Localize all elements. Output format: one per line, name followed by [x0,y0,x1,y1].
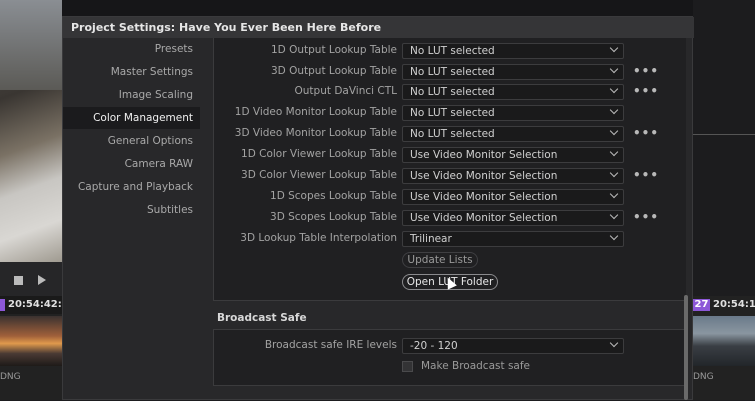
background-toolbar [62,0,693,16]
sidebar-item-master-settings[interactable]: Master Settings [63,61,200,83]
lut-row-label: 1D Color Viewer Lookup Table [241,148,397,160]
sidebar-item-color-management[interactable]: Color Management [63,107,200,129]
sidebar-item-image-scaling[interactable]: Image Scaling [63,84,200,106]
lut-dropdown[interactable]: No LUT selected [402,84,624,100]
chevron-down-icon [609,338,619,348]
lut-dropdown-value: No LUT selected [410,86,495,98]
sidebar-item-subtitles[interactable]: Subtitles [63,199,200,221]
lut-row-label: 3D Video Monitor Lookup Table [234,127,397,139]
lut-row-label: 3D Lookup Table Interpolation [240,232,397,244]
lut-row-label: 1D Scopes Lookup Table [270,190,397,202]
settings-sidebar: Presets Master Settings Image Scaling Co… [63,38,206,399]
viewer-image [0,0,62,262]
clip-thumbnail-right[interactable]: 27 20:54:11: DNG [693,296,755,400]
interpolation-dropdown[interactable]: Trilinear [402,231,624,247]
lookup-tables-panel: 1D Output Lookup Table No LUT selected 3… [213,38,686,301]
chevron-down-icon [609,64,619,74]
interpolation-dropdown-value: Trilinear [410,233,452,245]
chevron-down-icon [609,189,619,199]
lut-row-label: 3D Output Lookup Table [271,65,397,77]
more-options-icon[interactable]: ••• [633,211,658,224]
transport-controls [0,262,62,298]
more-options-icon[interactable]: ••• [633,65,658,78]
lut-dropdown-value: No LUT selected [410,66,495,78]
chevron-down-icon [609,105,619,115]
chevron-down-icon [609,168,619,178]
clip-thumbnail-image [693,316,755,366]
lut-dropdown-value: Use Video Monitor Selection [410,149,558,161]
lut-dropdown[interactable]: No LUT selected [402,105,624,121]
lut-row-label: 3D Scopes Lookup Table [270,211,397,223]
clip-name: DNG [0,372,21,382]
more-options-icon[interactable]: ••• [633,127,658,140]
broadcast-safe-panel: Broadcast safe IRE levels -20 - 120 Make… [213,329,686,386]
ire-levels-value: -20 - 120 [410,340,458,352]
project-settings-dialog: Project Settings: Have You Ever Been Her… [62,16,694,401]
lut-dropdown[interactable]: Use Video Monitor Selection [402,168,624,184]
lut-dropdown-value: No LUT selected [410,107,495,119]
lut-dropdown[interactable]: Use Video Monitor Selection [402,189,624,205]
ire-levels-dropdown[interactable]: -20 - 120 [402,338,624,354]
chevron-down-icon [609,84,619,94]
lut-row-label: 1D Video Monitor Lookup Table [234,106,397,118]
update-lists-button[interactable]: Update Lists [402,252,478,268]
lut-dropdown-value: Use Video Monitor Selection [410,170,558,182]
lut-dropdown-value: No LUT selected [410,128,495,140]
lut-dropdown-value: Use Video Monitor Selection [410,191,558,203]
lut-dropdown[interactable]: Use Video Monitor Selection [402,210,624,226]
lut-row-label: Output DaVinci CTL [294,85,397,97]
lut-dropdown-value: No LUT selected [410,45,495,57]
scrollbar[interactable] [684,295,688,400]
chevron-down-icon [609,231,619,241]
lut-dropdown[interactable]: No LUT selected [402,126,624,142]
sidebar-item-general-options[interactable]: General Options [63,130,200,152]
clip-badge [0,299,5,311]
lut-dropdown-value: Use Video Monitor Selection [410,212,558,224]
dialog-title[interactable]: Project Settings: Have You Ever Been Her… [63,17,694,38]
lut-dropdown[interactable]: No LUT selected [402,43,624,59]
play-icon[interactable] [38,275,46,285]
clip-name: DNG [693,372,714,382]
lut-row-label: 3D Color Viewer Lookup Table [241,169,397,181]
lut-dropdown[interactable]: Use Video Monitor Selection [402,147,624,163]
chevron-down-icon [609,43,619,53]
broadcast-safe-title: Broadcast Safe [217,312,307,324]
chevron-down-icon [609,126,619,136]
sidebar-item-camera-raw[interactable]: Camera RAW [63,153,200,175]
clip-thumbnail-left[interactable]: 20:54:42:22 DNG [0,296,76,400]
chevron-down-icon [609,210,619,220]
sidebar-item-presets[interactable]: Presets [63,38,200,60]
more-options-icon[interactable]: ••• [633,169,658,182]
node-editor-area [693,0,755,290]
lut-row-label: 1D Output Lookup Table [271,44,397,56]
make-broadcast-safe-checkbox[interactable] [402,361,413,372]
more-options-icon[interactable]: ••• [633,85,658,98]
stop-icon[interactable] [14,276,23,285]
ire-levels-label: Broadcast safe IRE levels [264,339,397,351]
settings-content: 1D Output Lookup Table No LUT selected 3… [213,38,686,401]
sidebar-item-capture-and-playback[interactable]: Capture and Playback [63,176,200,198]
clip-badge: 27 [693,299,710,311]
make-broadcast-safe-label: Make Broadcast safe [421,360,531,372]
chevron-down-icon [609,147,619,157]
lut-dropdown[interactable]: No LUT selected [402,64,624,80]
clip-timecode: 20:54:11: [713,299,755,310]
clip-thumbnail-image [0,316,62,366]
